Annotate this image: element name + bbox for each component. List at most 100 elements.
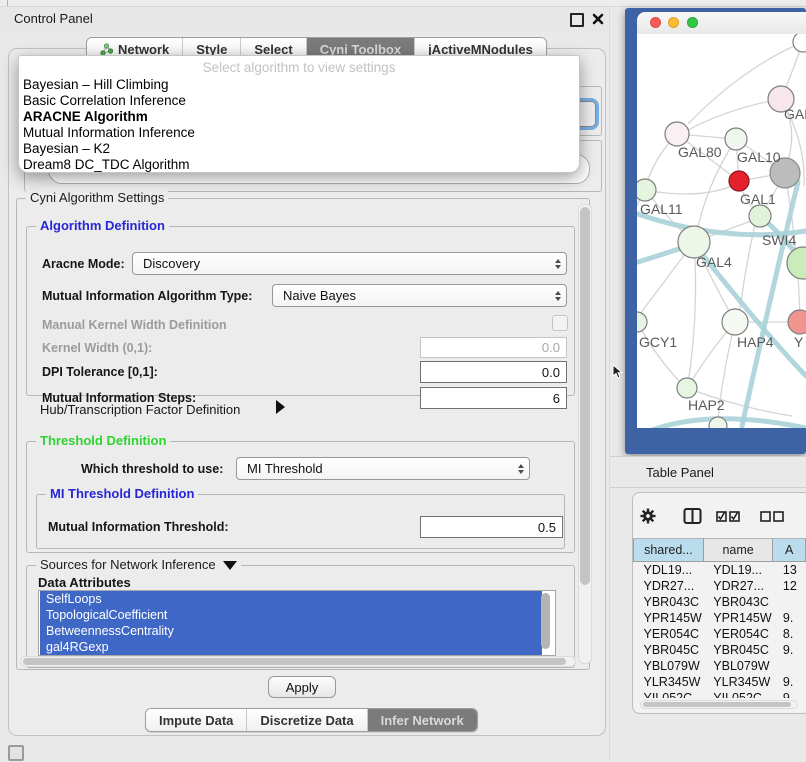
expand-arrow-icon[interactable] — [276, 400, 285, 414]
zoom-window-icon[interactable] — [687, 17, 698, 28]
network-node-gal10[interactable] — [725, 128, 747, 150]
dropdown-item-basic-correlation-inference[interactable]: Basic Correlation Inference — [19, 93, 579, 109]
sources-legend: Sources for Network Inference — [36, 558, 241, 572]
unchecked-pair-icon[interactable] — [760, 509, 786, 523]
table-cell: YPR145W — [703, 610, 773, 626]
table-cell: YBL079W — [634, 658, 704, 674]
panel-splitter[interactable] — [609, 6, 610, 760]
manual-kernel-checkbox[interactable] — [552, 315, 568, 331]
dropdown-item-mutual-information-inference[interactable]: Mutual Information Inference — [19, 125, 579, 141]
split-panel-icon[interactable] — [683, 507, 702, 525]
attribute-item-selfloops[interactable]: SelfLoops — [40, 591, 542, 607]
network-node-gal1[interactable] — [749, 205, 771, 227]
network-node-gal80[interactable] — [665, 122, 689, 146]
spinner-arrows-icon — [512, 464, 529, 474]
bottom-tab-infer-network[interactable]: Infer Network — [367, 709, 477, 731]
dropdown-item-aracne-algorithm[interactable]: ARACNE Algorithm — [19, 109, 579, 125]
hub-definition-label[interactable]: Hub/Transcription Factor Definition — [40, 402, 240, 417]
close-panel-icon[interactable] — [592, 13, 604, 25]
attribute-item-gal4rgexp[interactable]: gal4RGexp — [40, 639, 542, 655]
table-cell — [773, 658, 806, 674]
attribute-item-topologicalcoefficient[interactable]: TopologicalCoefficient — [40, 607, 542, 623]
apply-button[interactable]: Apply — [268, 676, 336, 698]
table-row[interactable]: YLR345WYLR345W9. — [634, 674, 806, 690]
table-hscrollbar-thumb[interactable] — [643, 702, 791, 707]
table-cell: 13 — [773, 562, 806, 579]
control-panel-title: Control Panel — [14, 11, 93, 26]
data-attributes-list: SelfLoopsTopologicalCoefficientBetweenne… — [38, 590, 556, 656]
network-node-hap2[interactable] — [677, 378, 697, 398]
mi-type-select[interactable]: Naive Bayes — [272, 284, 567, 307]
table-cell: YDL19... — [634, 562, 704, 579]
aracne-mode-select[interactable]: Discovery — [132, 252, 567, 275]
collapse-arrow-icon[interactable] — [223, 561, 237, 570]
network-canvas[interactable]: GALGAL80GAL10GAL11GAL1SWI4GAL4GCY1HAP4YH… — [637, 34, 806, 428]
table-cell: YER054C — [634, 626, 704, 642]
aracne-mode-value: Discovery — [133, 256, 549, 271]
spinner-arrows-icon — [549, 259, 566, 269]
bottom-tab-label: Impute Data — [159, 713, 233, 728]
column-header-a[interactable]: A — [773, 539, 806, 562]
minimize-window-icon[interactable] — [668, 17, 679, 28]
network-node-swi4[interactable] — [787, 247, 806, 279]
mi-threshold-legend: MI Threshold Definition — [46, 487, 198, 501]
network-node-gal11[interactable] — [637, 179, 656, 201]
table-cell: YER054C — [703, 626, 773, 642]
table-panel-header: Table Panel — [610, 456, 806, 488]
network-edge — [688, 242, 696, 384]
table-row[interactable]: YER054CYER054C8. — [634, 626, 806, 642]
table-row[interactable]: YPR145WYPR145W9. — [634, 610, 806, 626]
kernel-width-input[interactable] — [420, 337, 567, 358]
table-cell: YBR045C — [703, 642, 773, 658]
table-row[interactable]: YBL079WYBL079W — [634, 658, 806, 674]
bottom-tab-discretize-data[interactable]: Discretize Data — [246, 709, 366, 731]
column-header-shared[interactable]: shared... — [634, 539, 704, 562]
network-edge — [688, 99, 781, 130]
network-node[interactable] — [729, 171, 749, 191]
attribute-item-betweennesscentrality[interactable]: BetweennessCentrality — [40, 623, 542, 639]
node-attribute-table[interactable]: shared...nameAYDL19...YDL19...13YDR27...… — [633, 538, 806, 698]
dropdown-item-bayesian-hill-climbing[interactable]: Bayesian – Hill Climbing — [19, 77, 579, 93]
table-cell: YBR043C — [634, 594, 704, 610]
column-header-name[interactable]: name — [703, 539, 773, 562]
dropdown-item-bayesian-k2[interactable]: Bayesian – K2 — [19, 141, 579, 157]
checked-pair-icon[interactable] — [716, 509, 742, 523]
gear-icon[interactable] — [639, 507, 657, 525]
float-window-icon[interactable] — [570, 13, 584, 27]
table-panel-toolbar — [639, 507, 806, 525]
table-row[interactable]: YBR045CYBR045C9. — [634, 642, 806, 658]
settings-hscrollbar-thumb[interactable] — [23, 658, 566, 665]
table-cell: YDR27... — [634, 578, 704, 594]
attr-list-vscrollbar-thumb[interactable] — [541, 593, 550, 649]
top-strip-tick — [7, 0, 8, 6]
table-cell: YDR27... — [703, 578, 773, 594]
mi-steps-input[interactable] — [420, 387, 567, 409]
table-row[interactable]: YDL19...YDL19...13 — [634, 562, 806, 579]
table-cell: 9. — [773, 674, 806, 690]
which-threshold-label: Which threshold to use: — [81, 462, 223, 476]
aracne-mode-label: Aracne Mode: — [42, 257, 125, 271]
network-node-y[interactable] — [788, 310, 806, 334]
close-window-icon[interactable] — [650, 17, 661, 28]
table-row[interactable]: YBR043CYBR043C — [634, 594, 806, 610]
dropdown-item-dream8-dc-tdc-algorithm[interactable]: Dream8 DC_TDC Algorithm — [19, 157, 579, 173]
threshold-definition-legend: Threshold Definition — [36, 434, 170, 448]
network-node-label: GAL1 — [740, 191, 776, 207]
bottom-tabbar: Impute Data Discretize Data Infer Network — [145, 708, 478, 732]
network-node-gcy1[interactable] — [637, 312, 647, 332]
dpi-tolerance-input[interactable] — [420, 361, 567, 383]
mi-threshold-input[interactable] — [420, 516, 563, 538]
network-view-window: GALGAL80GAL10GAL11GAL1SWI4GAL4GCY1HAP4YH… — [625, 8, 806, 454]
bottom-tab-label: Infer Network — [381, 713, 464, 728]
bottom-tab-impute-data[interactable]: Impute Data — [146, 709, 246, 731]
network-window-titlebar[interactable] — [637, 12, 806, 35]
network-node-hap4[interactable] — [722, 309, 748, 335]
table-row[interactable]: YIL052CYIL052C9 — [634, 690, 806, 698]
settings-vscrollbar-thumb[interactable] — [580, 207, 590, 585]
network-node[interactable] — [793, 34, 806, 52]
manual-kernel-label: Manual Kernel Width Definition — [42, 318, 227, 332]
mi-type-label: Mutual Information Algorithm Type: — [42, 289, 252, 303]
panel-grip-icon[interactable] — [8, 745, 24, 761]
table-row[interactable]: YDR27...YDR27...12 — [634, 578, 806, 594]
which-threshold-select[interactable]: MI Threshold — [236, 457, 530, 480]
